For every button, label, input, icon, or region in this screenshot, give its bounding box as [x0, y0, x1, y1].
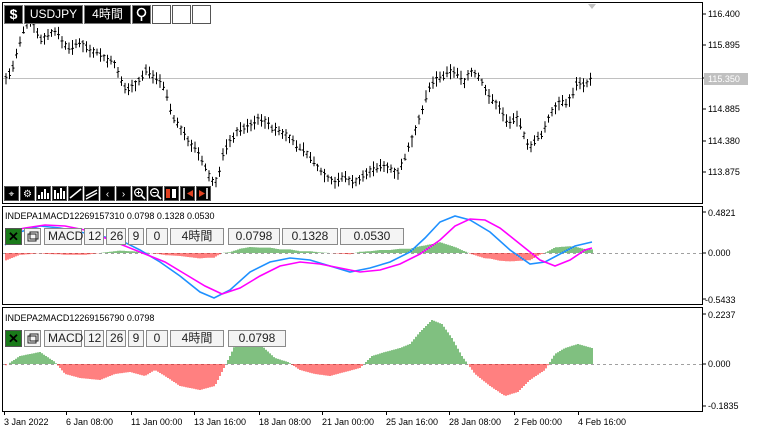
- ind1-chip-slow[interactable]: 26: [106, 228, 126, 245]
- bar-chart-icon[interactable]: [36, 186, 51, 201]
- ind1-chip-shift[interactable]: 0: [146, 228, 168, 245]
- current-price: 115.350: [708, 74, 740, 84]
- period-sep-icon[interactable]: [164, 186, 179, 201]
- empty-slot-3[interactable]: [192, 5, 211, 24]
- ind1-chip-timeframe[interactable]: 4時間: [170, 228, 224, 245]
- ind2-chip-timeframe[interactable]: 4時間: [170, 330, 224, 347]
- price-label: 116.400: [708, 9, 740, 19]
- time-label: 25 Jan 16:00: [386, 417, 439, 427]
- time-label: 18 Jan 08:00: [259, 417, 312, 427]
- shift-marker: [588, 4, 596, 9]
- dollar-icon[interactable]: $: [4, 5, 23, 24]
- timeframe-button[interactable]: 4時間: [84, 5, 131, 24]
- indicator2-panel-frame: [2, 307, 703, 412]
- ind1-chip-signal[interactable]: 9: [128, 228, 144, 245]
- empty-slot-1[interactable]: [152, 5, 171, 24]
- main-panel-frame: [2, 2, 703, 204]
- restore-icon[interactable]: [24, 228, 41, 245]
- time-label: 11 Jan 00:00: [131, 417, 183, 427]
- ind2-axis-label: 0.2237: [708, 310, 736, 320]
- time-label: 2 Feb 00:00: [514, 417, 563, 427]
- time-label: 21 Jan 00:00: [322, 417, 375, 427]
- ind2-chip-signal[interactable]: 9: [128, 330, 144, 347]
- zoom-in-icon[interactable]: [132, 186, 147, 201]
- scroll-left-icon[interactable]: ‹: [100, 186, 115, 201]
- restore-icon[interactable]: [24, 330, 41, 347]
- ind1-chip-name[interactable]: MACD: [44, 228, 83, 245]
- time-label: 3 Jan 2022: [4, 417, 49, 427]
- ind2-axis-label: -0.1835: [708, 401, 739, 411]
- pin-icon[interactable]: [132, 5, 151, 24]
- indicator1-panel-frame: [2, 206, 703, 305]
- close-icon[interactable]: ✕: [5, 330, 22, 347]
- ind1-chip-fast[interactable]: 12: [84, 228, 104, 245]
- ind1-chip-value3[interactable]: 0.0530: [340, 228, 404, 245]
- price-label: 114.380: [708, 136, 740, 146]
- autoscroll-icon[interactable]: [196, 186, 211, 201]
- ind1-chip-value1[interactable]: 0.0798: [228, 228, 280, 245]
- time-label: 4 Feb 16:00: [578, 417, 627, 427]
- time-label: 6 Jan 08:00: [66, 417, 114, 427]
- indicator2-title: INDEPA2MACD12269156790 0.0798: [5, 313, 155, 323]
- trendline-icon[interactable]: [68, 186, 83, 201]
- time-label: 28 Jan 08:00: [449, 417, 502, 427]
- chart-shift-icon[interactable]: [180, 186, 195, 201]
- gear-icon[interactable]: ⚙: [20, 186, 35, 201]
- price-label: 115.895: [708, 40, 740, 50]
- ind2-chip-name[interactable]: MACD: [44, 330, 83, 347]
- time-label: 13 Jan 16:00: [194, 417, 247, 427]
- indicator1-title: INDEPA1MACD12269157310 0.0798 0.1328 0.0…: [5, 211, 215, 221]
- ind2-chip-shift[interactable]: 0: [146, 330, 168, 347]
- zoom-out-icon[interactable]: [148, 186, 163, 201]
- ind2-chip-fast[interactable]: 12: [84, 330, 104, 347]
- histogram-icon[interactable]: [52, 186, 67, 201]
- ind1-axis-label: 0.4821: [708, 208, 736, 218]
- ind2-axis-label: 0.000: [708, 359, 731, 369]
- symbol-button[interactable]: USDJPY: [24, 5, 83, 24]
- crosshair-icon[interactable]: ⌖: [4, 186, 19, 201]
- empty-slot-2[interactable]: [172, 5, 191, 24]
- ind1-axis-label: 0.000: [708, 248, 731, 258]
- current-price-tag: 115.350: [704, 73, 748, 85]
- ind1-chip-value2[interactable]: 0.1328: [282, 228, 338, 245]
- close-icon[interactable]: ✕: [5, 228, 22, 245]
- ind2-chip-slow[interactable]: 26: [106, 330, 126, 347]
- draw-lines-icon[interactable]: [84, 186, 99, 201]
- price-label: 114.885: [708, 104, 740, 114]
- price-label: 113.875: [708, 167, 740, 177]
- ind2-chip-value1[interactable]: 0.0798: [228, 330, 286, 347]
- scroll-right-icon[interactable]: ›: [116, 186, 131, 201]
- ind1-axis-label: -0.5433: [705, 295, 736, 305]
